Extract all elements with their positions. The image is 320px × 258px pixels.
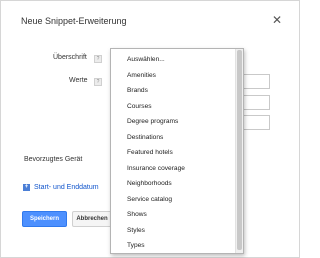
dropdown-option[interactable]: Neighborhoods (111, 176, 235, 192)
save-button[interactable]: Speichern (22, 211, 67, 227)
close-icon[interactable]: ✕ (272, 14, 282, 26)
plus-icon: + (23, 184, 30, 191)
values-label: Werte (69, 77, 88, 84)
help-icon[interactable]: ? (94, 55, 102, 63)
device-label: Bevorzugtes Gerät (24, 156, 83, 163)
dialog-title: Neue Snippet-Erweiterung (21, 16, 127, 26)
help-icon[interactable]: ? (94, 78, 102, 86)
dates-link-label: Start- und Enddatum (34, 184, 99, 191)
dropdown-option[interactable]: Featured hotels (111, 145, 235, 161)
dropdown-option[interactable]: Degree programs (111, 114, 235, 130)
dropdown-option[interactable]: Shows (111, 207, 235, 223)
dropdown-option[interactable]: Service catalog (111, 192, 235, 208)
dropdown-option[interactable]: Types (111, 238, 235, 254)
dropdown-option[interactable]: Auswählen... (111, 52, 235, 68)
heading-dropdown[interactable]: Auswählen... Amenities Brands Courses De… (110, 48, 244, 254)
dropdown-list: Auswählen... Amenities Brands Courses De… (111, 52, 235, 254)
scrollbar-thumb[interactable] (237, 50, 242, 250)
dropdown-option[interactable]: Destinations (111, 130, 235, 146)
dropdown-option[interactable]: Styles (111, 223, 235, 239)
dates-link[interactable]: + Start- und Enddatum (23, 184, 99, 191)
cancel-button[interactable]: Abbrechen (72, 211, 112, 227)
dropdown-option[interactable]: Insurance coverage (111, 161, 235, 177)
dropdown-option[interactable]: Brands (111, 83, 235, 99)
dropdown-scrollbar[interactable] (235, 49, 243, 253)
dropdown-option[interactable]: Courses (111, 99, 235, 115)
heading-label: Überschrift (53, 54, 87, 61)
dropdown-option[interactable]: Amenities (111, 68, 235, 84)
